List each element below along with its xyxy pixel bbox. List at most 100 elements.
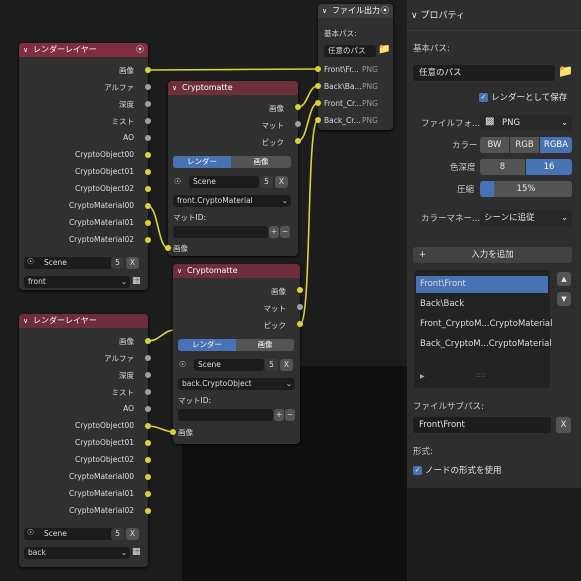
collapse-chevron-icon[interactable]: ∨ — [23, 314, 28, 328]
socket-ao[interactable] — [145, 135, 151, 141]
unlink-scene-button[interactable]: X — [126, 257, 139, 269]
layer-selector[interactable]: front.CryptoMaterial ⌄ — [173, 195, 291, 207]
render-layers-node-back[interactable]: ∨ レンダーレイヤー 画像 アルファ 深度 ミスト AO CryptoObjec… — [19, 314, 148, 567]
list-item[interactable]: Front\Front — [416, 276, 548, 293]
socket-cryptomaterial00[interactable] — [145, 203, 151, 209]
socket-cryptoobject00[interactable] — [145, 423, 151, 429]
socket-file-input-3[interactable] — [315, 117, 321, 123]
matte-id-field[interactable] — [173, 226, 268, 238]
socket-depth[interactable] — [145, 372, 151, 378]
render-layer-icon[interactable]: ▦ — [132, 276, 141, 286]
tab-render[interactable]: レンダー — [173, 156, 231, 168]
node-header[interactable]: ∨ Cryptomatte — [173, 264, 300, 278]
socket-pick[interactable] — [295, 138, 301, 144]
properties-header[interactable]: ∨ プロパティ — [411, 8, 465, 21]
socket-cryptomaterial00[interactable] — [145, 474, 151, 480]
unlink-scene-button[interactable]: X — [275, 176, 288, 188]
expand-arrow-icon[interactable]: ▶ — [420, 373, 425, 380]
socket-cryptoobject00[interactable] — [145, 152, 151, 158]
socket-image[interactable] — [297, 287, 303, 293]
view-layer-selector[interactable]: front ⌄ — [24, 276, 130, 288]
unlink-scene-button[interactable]: X — [126, 528, 139, 540]
scene-selector[interactable]: Scene — [24, 257, 120, 269]
socket-mist[interactable] — [145, 118, 151, 124]
input-list[interactable]: Front\Front Back\Back Front_CryptoM...Cr… — [414, 270, 553, 388]
scene-selector[interactable]: Scene — [194, 359, 264, 371]
scene-selector[interactable]: Scene — [189, 176, 259, 188]
color-bw-button[interactable]: BW — [480, 137, 509, 153]
color-management-dropdown[interactable]: シーンに追従 ⌄ — [480, 210, 572, 226]
socket-cryptoobject02[interactable] — [145, 457, 151, 463]
list-item[interactable]: Back_CryptoM...CryptoMaterial — [416, 336, 552, 353]
file-output-node[interactable]: ∨ ファイル出力 ⦿ 基本パス: 任意のパス 📁 Front\Fr... PNG… — [318, 4, 393, 130]
collapse-chevron-icon[interactable]: ∨ — [177, 264, 182, 278]
socket-cryptomaterial02[interactable] — [145, 508, 151, 514]
socket-image[interactable] — [145, 338, 151, 344]
socket-cryptoobject01[interactable] — [145, 440, 151, 446]
socket-mist[interactable] — [145, 389, 151, 395]
socket-input-image[interactable] — [165, 245, 171, 251]
tab-image[interactable]: 画像 — [236, 339, 294, 351]
socket-cryptomaterial02[interactable] — [145, 237, 151, 243]
collapse-chevron-icon[interactable]: ∨ — [23, 43, 28, 57]
cryptomatte-node-back[interactable]: ∨ Cryptomatte 画像 マット ピック レンダー 画像 ☉ Scene… — [173, 264, 300, 444]
compression-slider[interactable]: 15% — [480, 181, 572, 197]
socket-pick[interactable] — [297, 321, 303, 327]
list-item[interactable]: Back\Back — [416, 296, 548, 313]
folder-icon[interactable]: 📁 — [378, 44, 390, 55]
color-rgb-button[interactable]: RGB — [510, 137, 539, 153]
socket-alpha[interactable] — [145, 355, 151, 361]
base-path-field[interactable]: 任意のパス — [413, 65, 555, 81]
socket-file-input-1[interactable] — [315, 83, 321, 89]
render-layers-node-front[interactable]: ∨ レンダーレイヤー ⦿ 画像 アルファ 深度 ミスト AO CryptoObj… — [19, 43, 148, 290]
socket-matte[interactable] — [297, 304, 303, 310]
base-path-field[interactable]: 任意のパス — [324, 45, 376, 57]
move-up-button[interactable]: ▲ — [557, 272, 571, 286]
node-options-icon[interactable]: ⦿ — [136, 43, 144, 57]
socket-input-image[interactable] — [170, 429, 176, 435]
scene-selector[interactable]: Scene — [24, 528, 120, 540]
tab-render[interactable]: レンダー — [178, 339, 236, 351]
collapse-chevron-icon[interactable]: ∨ — [322, 4, 327, 18]
remove-matte-button[interactable]: − — [280, 226, 290, 238]
node-header[interactable]: ∨ レンダーレイヤー ⦿ — [19, 43, 148, 57]
matte-id-field[interactable] — [178, 409, 273, 421]
socket-cryptomaterial01[interactable] — [145, 491, 151, 497]
file-subpath-field[interactable]: Front\Front — [413, 417, 551, 433]
move-down-button[interactable]: ▼ — [557, 292, 571, 306]
node-header[interactable]: ∨ レンダーレイヤー — [19, 314, 148, 328]
tab-image[interactable]: 画像 — [231, 156, 291, 168]
collapse-chevron-icon[interactable]: ∨ — [172, 81, 177, 95]
clear-subpath-button[interactable]: X — [556, 417, 571, 433]
socket-cryptoobject02[interactable] — [145, 186, 151, 192]
socket-file-input-0[interactable] — [315, 66, 321, 72]
node-header[interactable]: ∨ Cryptomatte — [168, 81, 298, 95]
socket-ao[interactable] — [145, 406, 151, 412]
list-item[interactable]: Front_CryptoM...CryptoMaterial — [416, 316, 553, 333]
use-node-format-checkbox[interactable]: ✓ ノードの形式を使用 — [413, 464, 502, 476]
socket-cryptoobject01[interactable] — [145, 169, 151, 175]
socket-image[interactable] — [145, 67, 151, 73]
cryptomatte-node-front[interactable]: ∨ Cryptomatte 画像 マット ピック レンダー 画像 ☉ Scene… — [168, 81, 298, 256]
depth-8-button[interactable]: 8 — [480, 159, 525, 175]
folder-icon[interactable]: 📁 — [558, 64, 573, 78]
color-rgba-button[interactable]: RGBA — [540, 137, 572, 153]
add-matte-button[interactable]: + — [274, 409, 284, 421]
socket-alpha[interactable] — [145, 84, 151, 90]
node-header[interactable]: ∨ ファイル出力 ⦿ — [318, 4, 393, 18]
add-matte-button[interactable]: + — [269, 226, 279, 238]
save-as-render-checkbox[interactable]: ✓ レンダーとして保存 — [479, 91, 567, 103]
resize-grip-icon[interactable]: :::: — [476, 371, 485, 379]
view-layer-selector[interactable]: back ⌄ — [24, 547, 130, 559]
socket-matte[interactable] — [295, 121, 301, 127]
socket-cryptomaterial01[interactable] — [145, 220, 151, 226]
render-layer-icon[interactable]: ▦ — [132, 547, 141, 557]
socket-file-input-2[interactable] — [315, 100, 321, 106]
depth-16-button[interactable]: 16 — [526, 159, 572, 175]
remove-matte-button[interactable]: − — [285, 409, 295, 421]
socket-image[interactable] — [295, 104, 301, 110]
unlink-scene-button[interactable]: X — [280, 359, 293, 371]
socket-depth[interactable] — [145, 101, 151, 107]
node-options-icon[interactable]: ⦿ — [381, 4, 389, 18]
layer-selector[interactable]: back.CryptoObject ⌄ — [178, 378, 295, 390]
